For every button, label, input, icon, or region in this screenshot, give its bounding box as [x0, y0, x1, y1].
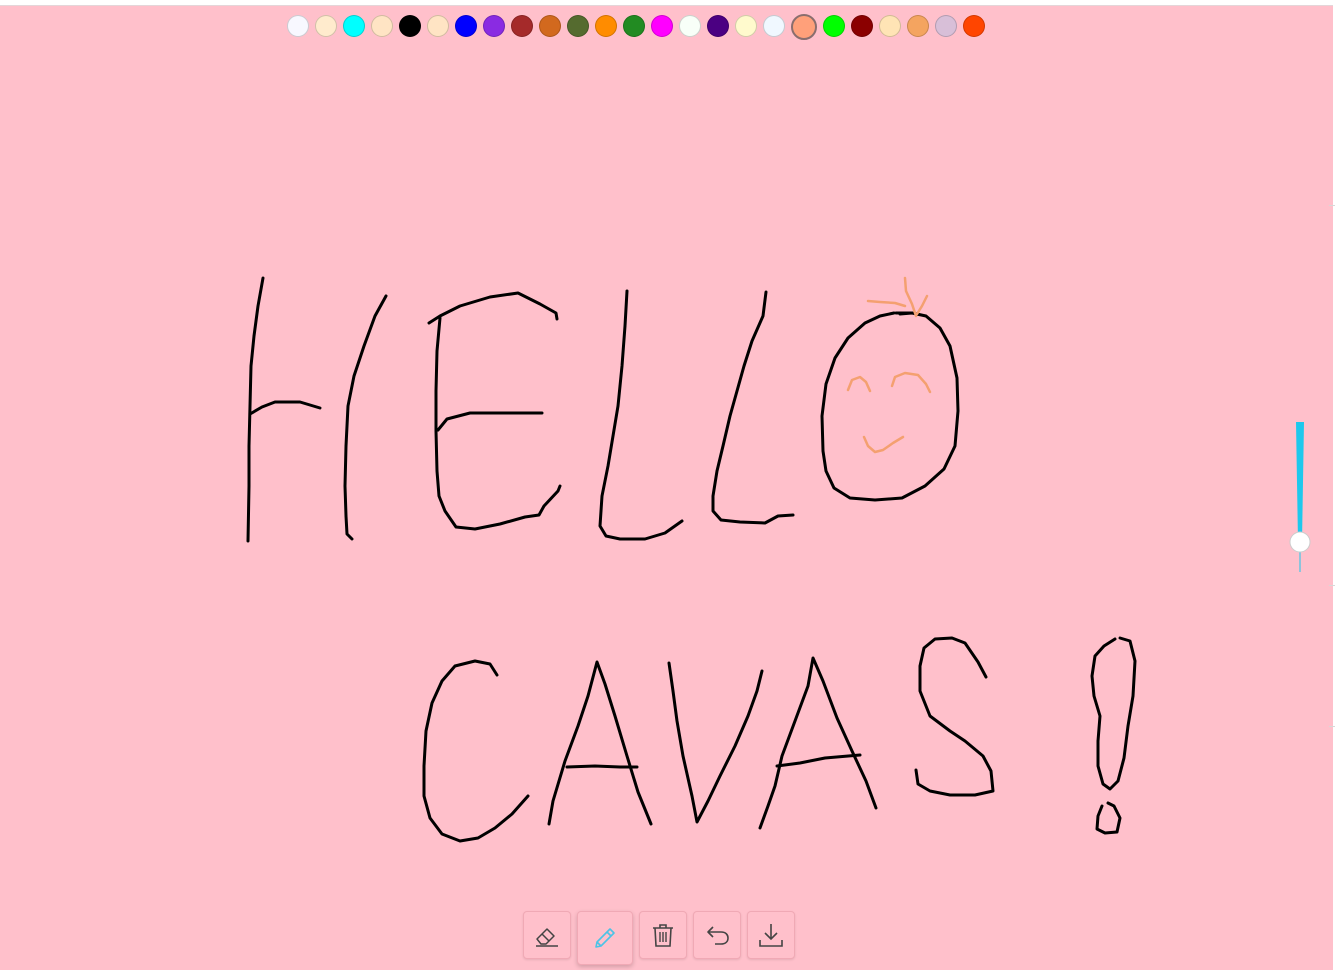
stroke	[1095, 801, 1122, 835]
stroke	[711, 290, 795, 525]
pencil-button[interactable]	[577, 911, 633, 965]
stroke	[914, 636, 995, 797]
download-button[interactable]	[747, 911, 795, 959]
stroke	[758, 656, 878, 830]
stroke	[436, 411, 544, 432]
edge-mark	[1329, 205, 1335, 206]
stroke	[820, 311, 960, 502]
eraser-icon	[533, 921, 561, 949]
stroke	[846, 375, 872, 393]
undo-button[interactable]	[693, 911, 741, 959]
stroke	[775, 753, 862, 768]
stroke	[862, 435, 905, 454]
stroke	[565, 764, 639, 769]
trash-icon	[649, 921, 677, 949]
clear-button[interactable]	[639, 911, 687, 959]
drawing-canvas[interactable]	[0, 6, 1333, 970]
edge-mark	[1329, 726, 1335, 727]
stroke	[547, 660, 653, 826]
brush-size-slider[interactable]	[1284, 416, 1316, 576]
stroke	[903, 276, 918, 318]
stroke	[427, 291, 559, 325]
stroke	[434, 316, 562, 531]
stroke	[598, 289, 684, 541]
slider-track[interactable]	[1296, 422, 1304, 542]
stroke	[866, 299, 907, 308]
stroke	[667, 661, 764, 824]
pencil-icon	[591, 924, 619, 952]
toolbar	[523, 911, 795, 965]
stroke	[343, 294, 388, 541]
stroke	[915, 294, 929, 316]
edge-mark	[1329, 585, 1335, 586]
slider-thumb[interactable]	[1289, 531, 1311, 553]
stroke	[422, 659, 530, 843]
undo-icon	[703, 921, 731, 949]
stroke	[890, 371, 932, 394]
eraser-button[interactable]	[523, 911, 571, 959]
stroke	[1090, 636, 1137, 791]
drawing-app	[0, 5, 1333, 970]
stroke	[248, 400, 322, 416]
download-icon	[757, 921, 785, 949]
